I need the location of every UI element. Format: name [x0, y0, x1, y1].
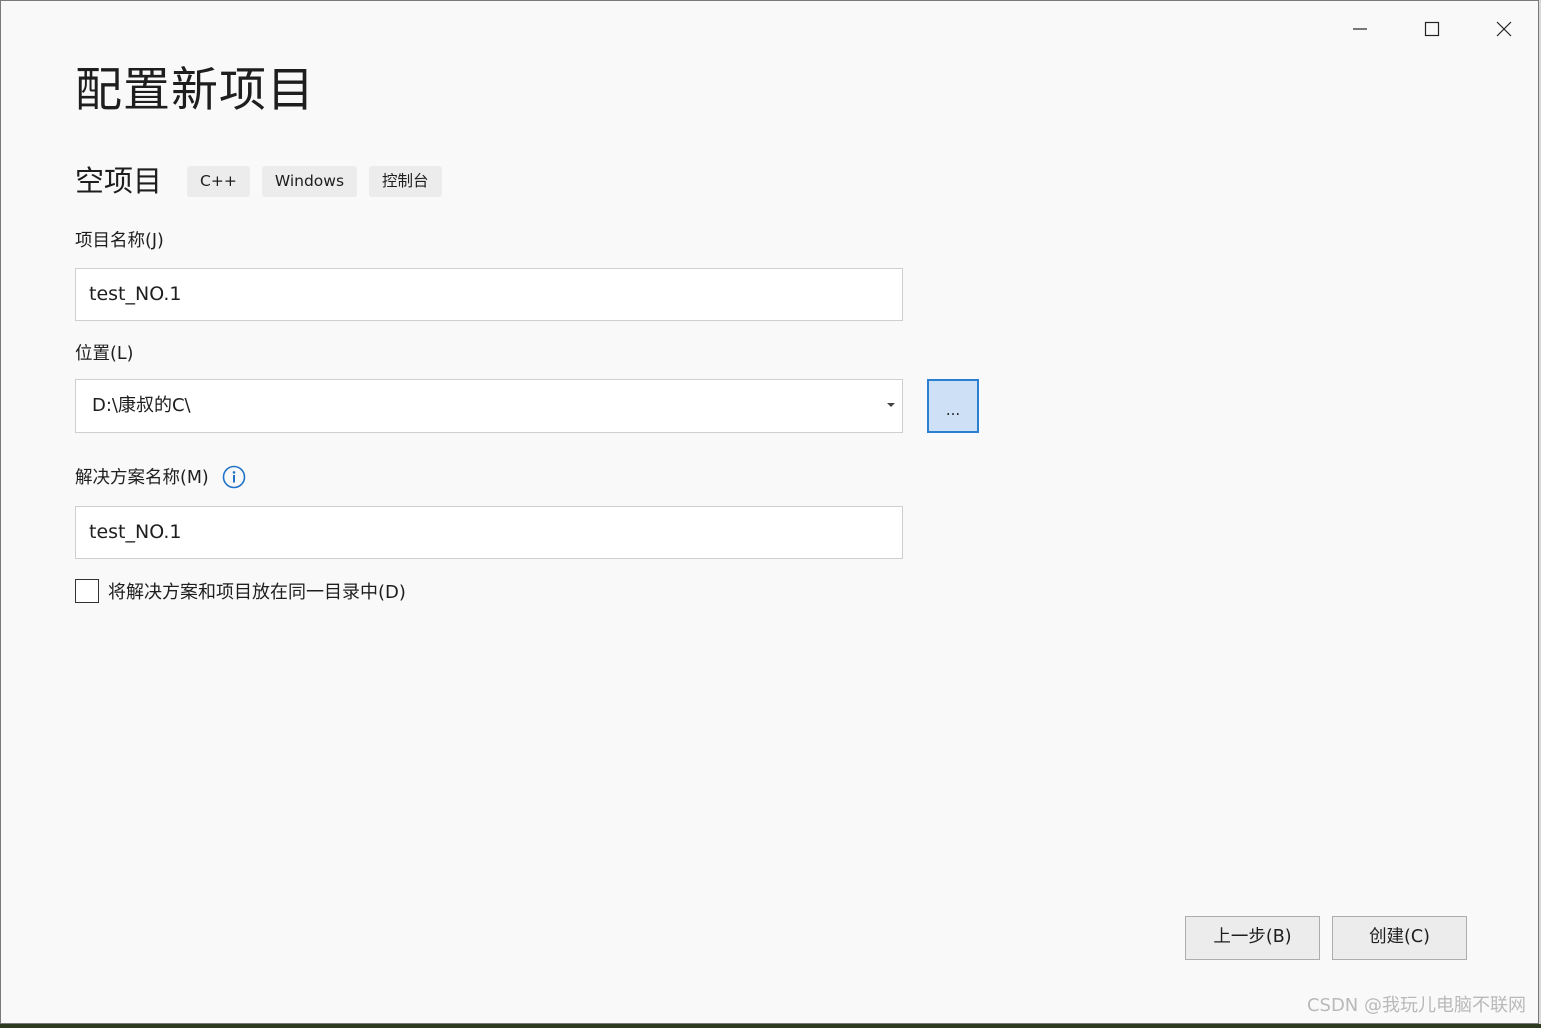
close-button[interactable]: [1476, 9, 1532, 49]
same-directory-checkbox[interactable]: [75, 579, 99, 603]
close-icon: [1496, 21, 1512, 37]
location-value: D:\康叔的C\: [92, 395, 191, 416]
create-button[interactable]: 创建(C): [1332, 916, 1467, 960]
chevron-down-icon[interactable]: [887, 403, 895, 407]
watermark: CSDN @我玩儿电脑不联网: [1306, 995, 1526, 1016]
location-combobox[interactable]: D:\康叔的C\: [75, 379, 903, 433]
template-name: 空项目: [75, 164, 163, 198]
maximize-icon: [1424, 21, 1440, 37]
tag-platform: Windows: [261, 165, 358, 197]
minimize-icon: [1353, 28, 1367, 30]
solution-name-input[interactable]: test_NO.1: [75, 506, 903, 559]
solution-name-label: 解决方案名称(M): [75, 468, 209, 488]
configure-project-dialog: 配置新项目 空项目 C++ Windows 控制台 项目名称(J) test_N…: [0, 0, 1539, 1024]
info-icon[interactable]: [222, 465, 246, 489]
minimize-button[interactable]: [1332, 9, 1388, 49]
project-name-input[interactable]: test_NO.1: [75, 268, 903, 321]
tag-project-type: 控制台: [369, 165, 442, 197]
location-label: 位置(L): [75, 344, 134, 364]
tag-language: C++: [187, 165, 250, 197]
maximize-button[interactable]: [1404, 9, 1460, 49]
template-summary: 空项目 C++ Windows 控制台: [75, 163, 454, 199]
project-name-label: 项目名称(J): [75, 231, 164, 251]
page-title: 配置新项目: [75, 63, 315, 118]
browse-location-button[interactable]: ...: [927, 379, 979, 433]
back-button[interactable]: 上一步(B): [1185, 916, 1320, 960]
same-directory-label[interactable]: 将解决方案和项目放在同一目录中(D): [108, 580, 406, 606]
background-edge-bottom: [0, 1024, 1541, 1028]
